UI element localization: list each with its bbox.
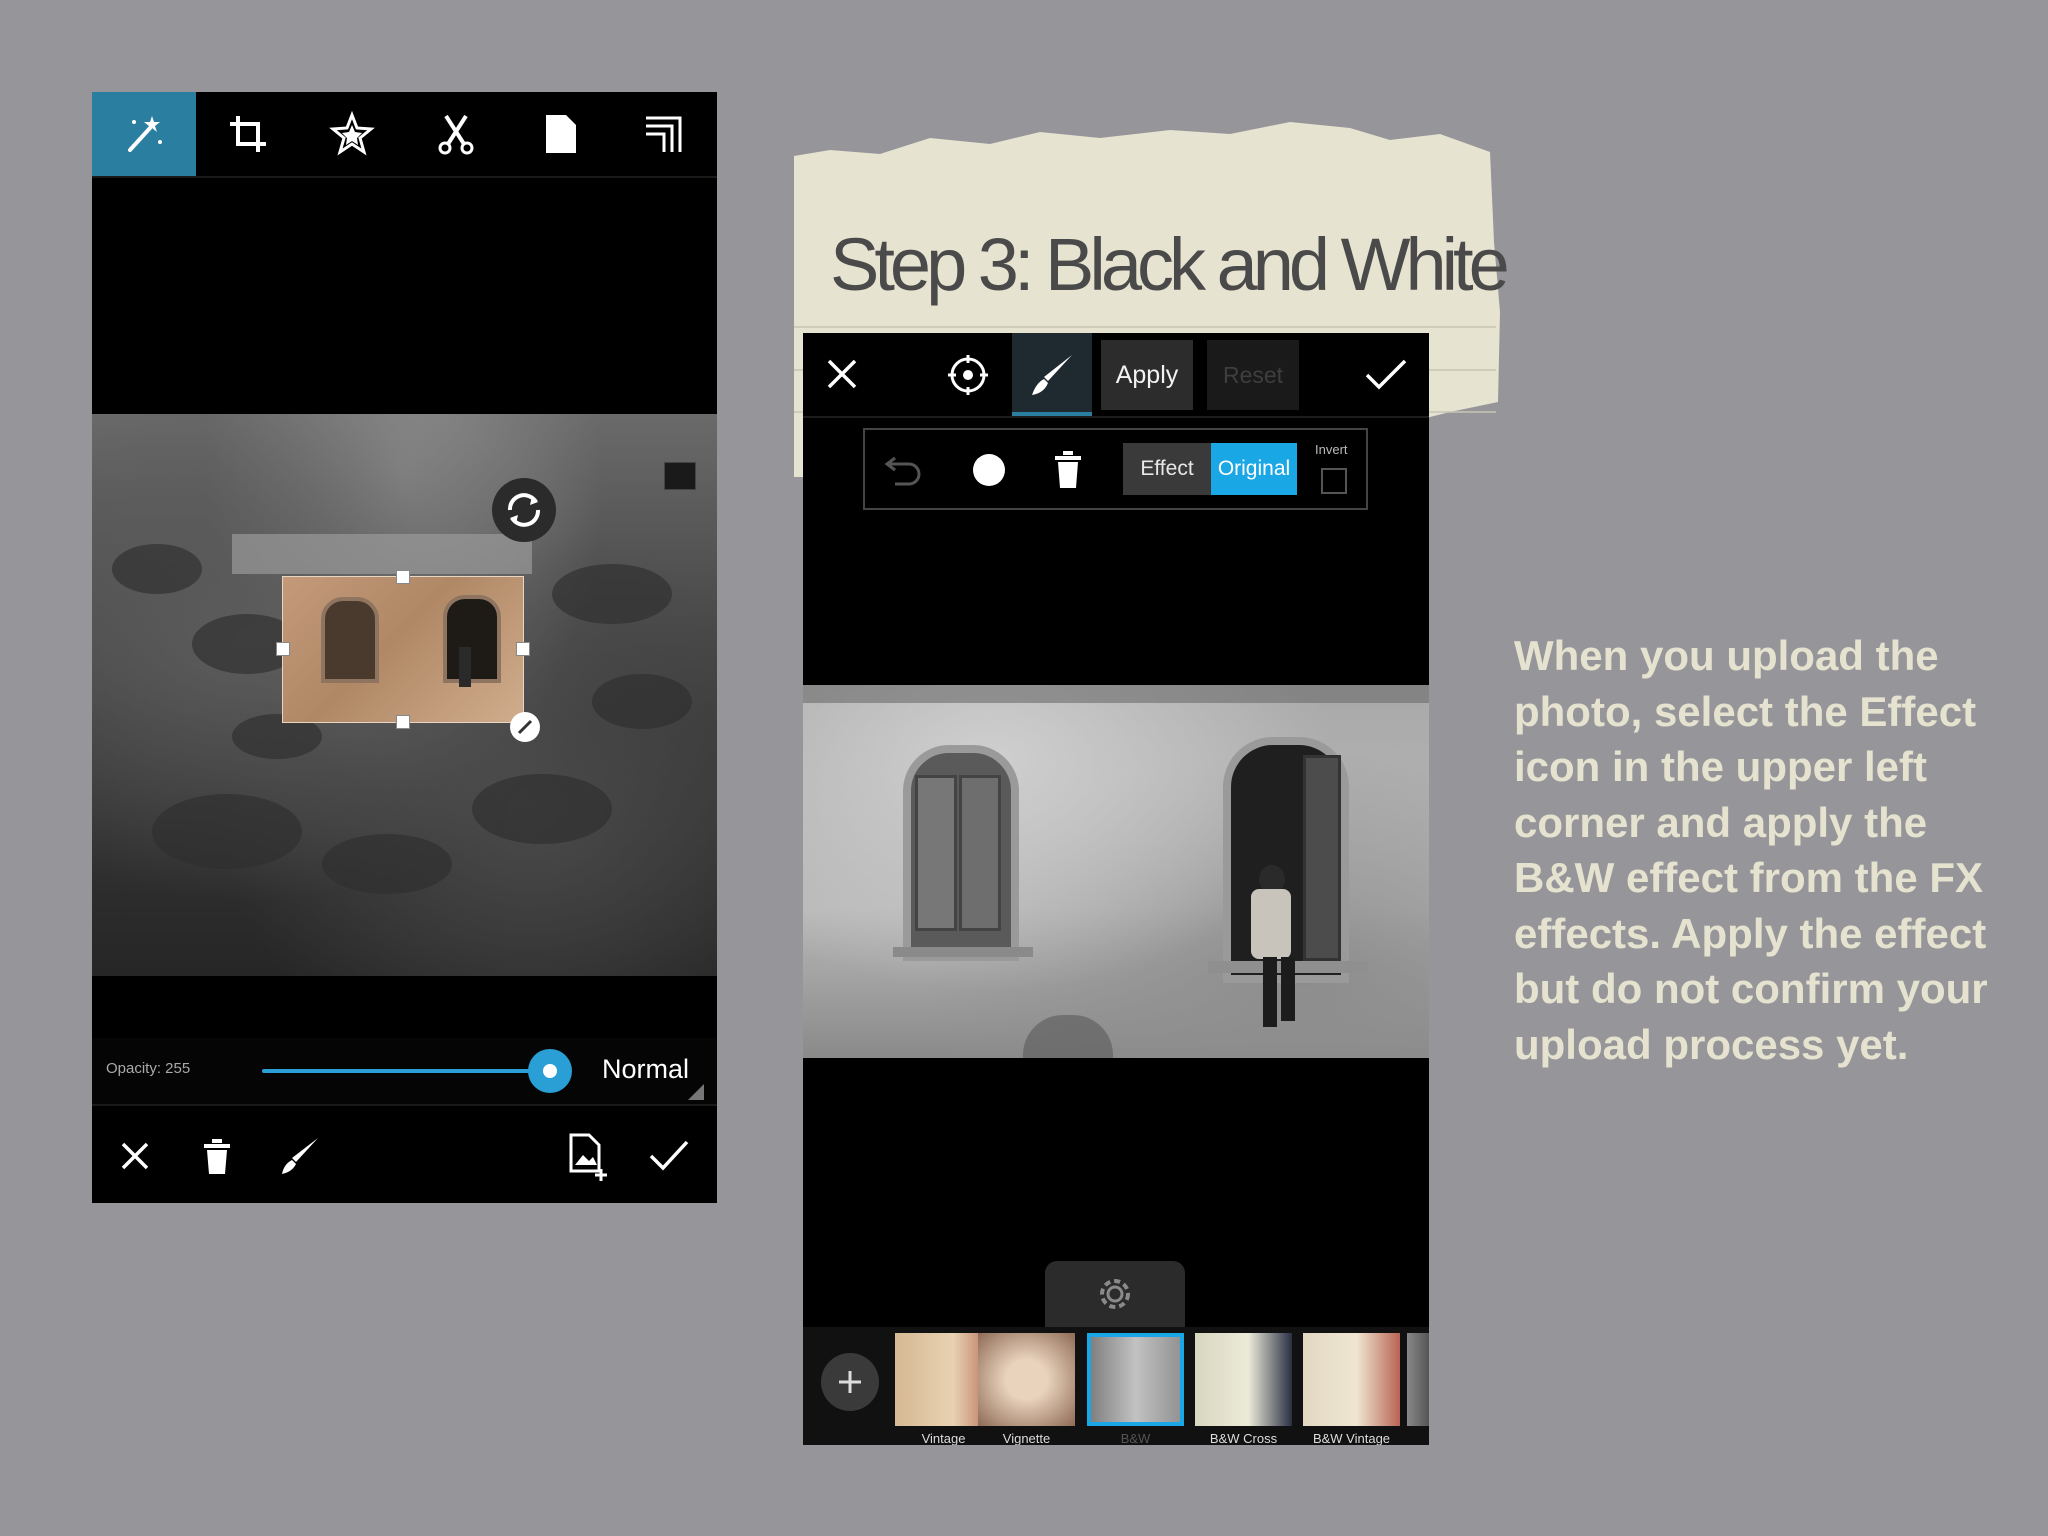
- close-icon[interactable]: [110, 1131, 160, 1181]
- opacity-control: Opacity: 255 Normal: [92, 1038, 717, 1104]
- close-icon[interactable]: [823, 355, 861, 393]
- target-selection-icon[interactable]: [946, 353, 990, 397]
- effect-original-toggle[interactable]: Effect Original: [1123, 443, 1297, 495]
- confirm-check-icon[interactable]: [644, 1131, 694, 1181]
- blend-mode-select[interactable]: Normal: [602, 1054, 689, 1085]
- scale-handle-icon[interactable]: [510, 712, 540, 742]
- invert-checkbox[interactable]: [1321, 468, 1347, 494]
- brush-mode-tab[interactable]: [1012, 333, 1092, 416]
- resize-handle[interactable]: [396, 570, 410, 584]
- opacity-slider-knob[interactable]: [528, 1049, 572, 1093]
- invert-label: Invert: [1315, 442, 1348, 457]
- gear-icon: [1100, 1279, 1130, 1309]
- image-thumb-icon: [664, 462, 696, 490]
- apply-button[interactable]: Apply: [1101, 340, 1193, 410]
- right-toolbar: Apply Reset: [803, 333, 1429, 418]
- crop-icon[interactable]: [196, 92, 300, 176]
- left-phone-screen: Opacity: 255 Normal: [92, 92, 717, 1203]
- filter-label: B&W Vintage: [1312, 1431, 1391, 1445]
- filter-label: Vignette: [1002, 1431, 1051, 1445]
- brush-icon: [1032, 355, 1072, 395]
- toggle-original[interactable]: Original: [1211, 443, 1297, 495]
- brush-size-icon[interactable]: [973, 454, 1005, 486]
- opacity-label: Opacity: 255: [106, 1060, 191, 1077]
- left-toolbar: [92, 92, 717, 178]
- opacity-slider-track[interactable]: [262, 1069, 554, 1073]
- filter-thumb-vignette[interactable]: Vignette: [978, 1333, 1075, 1445]
- overlay-image-layer[interactable]: [282, 576, 524, 723]
- filter-strip: Vintage Vignette B&W B&W Cross B&W Vinta…: [803, 1327, 1429, 1445]
- cutout-scissors-icon[interactable]: [404, 92, 508, 176]
- brush-icon[interactable]: [275, 1131, 325, 1181]
- dropdown-corner-icon: [688, 1084, 704, 1100]
- filter-thumb-image: [1303, 1333, 1400, 1426]
- filter-label: B&W Cross: [1209, 1431, 1278, 1445]
- step-title: Step 3: Black and White: [830, 223, 1510, 306]
- edited-photo[interactable]: [803, 685, 1429, 1058]
- filter-label: B&W: [1120, 1431, 1151, 1445]
- filter-thumb-image: [1195, 1333, 1292, 1426]
- reset-button[interactable]: Reset: [1207, 340, 1299, 410]
- resize-handle[interactable]: [276, 642, 290, 656]
- resize-handle[interactable]: [396, 715, 410, 729]
- filter-thumb-image: [1087, 1333, 1184, 1426]
- confirm-check-icon[interactable]: [1363, 357, 1409, 393]
- background-photo[interactable]: [92, 414, 717, 976]
- effects-wand-icon[interactable]: [92, 92, 196, 176]
- right-phone-screen: Apply Reset Effect Original Invert Vinta…: [803, 333, 1429, 1445]
- filter-thumb-image: [978, 1333, 1075, 1426]
- undo-icon[interactable]: [883, 450, 925, 490]
- frame-border-icon[interactable]: [612, 92, 716, 176]
- brush-options-panel: Effect Original Invert: [863, 428, 1368, 510]
- rotate-icon[interactable]: [492, 478, 556, 542]
- page-icon[interactable]: [508, 92, 612, 176]
- trash-icon[interactable]: [192, 1131, 242, 1181]
- toggle-effect[interactable]: Effect: [1123, 443, 1211, 495]
- filter-thumb-bw-vintage[interactable]: B&W Vintage: [1303, 1333, 1400, 1445]
- eraser-trash-icon[interactable]: [1051, 448, 1085, 490]
- add-filter-button[interactable]: [821, 1353, 879, 1411]
- sticker-star-icon[interactable]: [300, 92, 404, 176]
- left-bottom-bar: [92, 1104, 717, 1203]
- resize-handle[interactable]: [516, 642, 530, 656]
- filter-thumb-bw[interactable]: B&W: [1087, 1333, 1184, 1445]
- add-image-icon[interactable]: [562, 1131, 612, 1181]
- filter-thumb-partial[interactable]: [1407, 1333, 1429, 1426]
- instruction-text: When you upload the photo, select the Ef…: [1514, 632, 1988, 1068]
- filter-thumb-bw-cross[interactable]: B&W Cross: [1195, 1333, 1292, 1445]
- settings-drawer-tab[interactable]: [1045, 1261, 1185, 1327]
